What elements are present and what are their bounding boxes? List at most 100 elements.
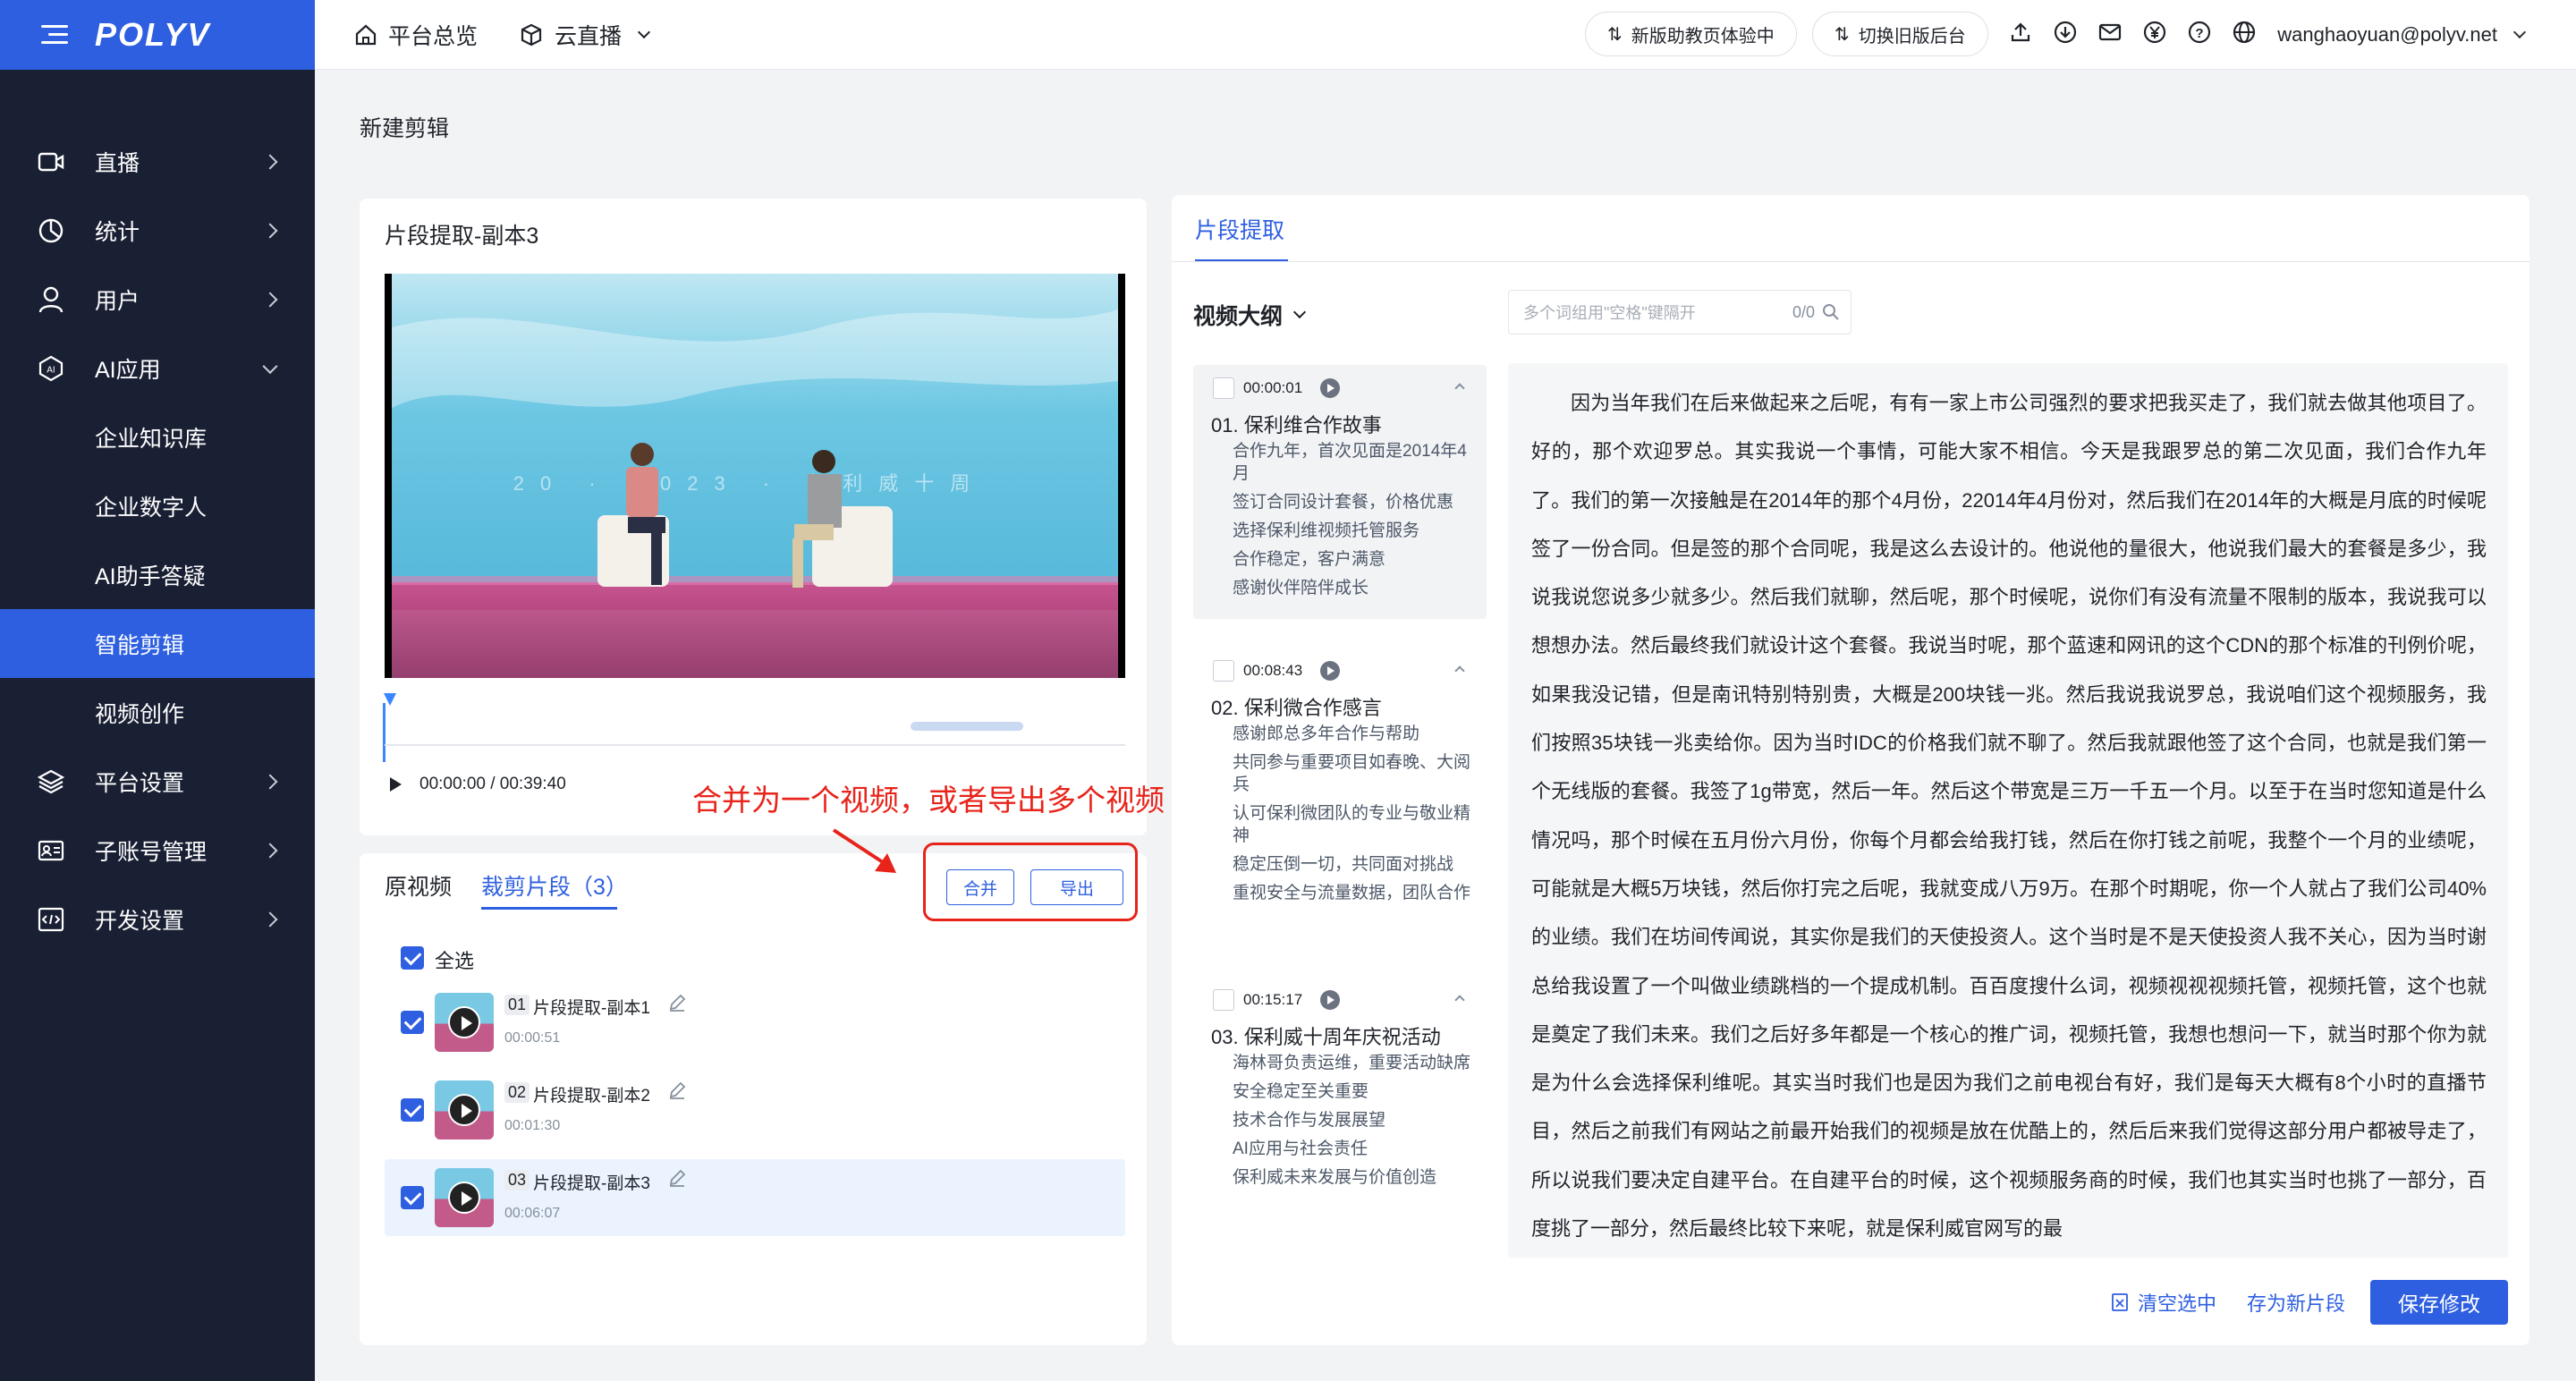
chevron-up-icon[interactable] — [1454, 995, 1465, 1005]
chapter-checkbox[interactable] — [1213, 377, 1234, 399]
sidebar-item-label: 智能剪辑 — [95, 632, 185, 658]
clip-checkbox[interactable] — [401, 1011, 424, 1034]
button-label: 切换旧版后台 — [1858, 26, 1966, 47]
sidebar-item-smart-clip[interactable]: 智能剪辑 — [0, 609, 315, 678]
search-match-count: 0/0 — [1792, 303, 1815, 321]
clip-row-selected[interactable]: 03 片段提取-副本3 00:06:07 — [385, 1159, 1125, 1236]
clip-thumbnail[interactable] — [435, 1080, 494, 1140]
page-title: 新建剪辑 — [360, 116, 450, 141]
switch-old-admin-button[interactable]: ⇅ 切换旧版后台 — [1812, 12, 1988, 56]
chevron-right-icon — [262, 911, 278, 927]
sidebar-item-digital-human[interactable]: 企业数字人 — [0, 471, 315, 540]
top-header: 平台总览 云直播 ⇅ 新版助教页体验中 ⇅ 切换旧版后台 ? wanghaoyu… — [315, 0, 2576, 70]
play-icon[interactable] — [390, 777, 402, 792]
outline-dropdown[interactable]: 视频大纲 — [1193, 299, 1307, 331]
tab-cut-clips[interactable]: 裁剪片段（3） — [481, 869, 628, 902]
help-icon[interactable]: ? — [2186, 19, 2213, 46]
clip-thumbnail[interactable] — [435, 1168, 494, 1227]
transcript-search-input[interactable]: 多个词组用"空格"键隔开 0/0 — [1508, 290, 1852, 335]
video-player[interactable]: 20 · 2023 · 保利威十周 — [385, 274, 1125, 678]
download-icon[interactable] — [2052, 19, 2079, 46]
tab-segment-extraction[interactable]: 片段提取 — [1195, 213, 1284, 245]
chapter-point: 认可保利微团队的专业与敬业精神 — [1233, 804, 1471, 845]
sidebar-item-knowledge-base[interactable]: 企业知识库 — [0, 402, 315, 471]
menu-toggle-icon[interactable] — [41, 25, 68, 45]
sidebar-item-dev-settings[interactable]: 开发设置 — [0, 885, 315, 953]
code-icon — [36, 904, 66, 935]
timeline-track[interactable] — [385, 744, 1125, 746]
play-icon[interactable] — [1320, 990, 1340, 1010]
edit-pencil-icon[interactable] — [667, 1080, 687, 1105]
chevron-right-icon — [262, 154, 278, 169]
video-title: 片段提取-副本3 — [385, 224, 539, 249]
sidebar-item-live[interactable]: 直播 — [0, 127, 315, 196]
chevron-up-icon[interactable] — [1454, 665, 1465, 676]
chevron-up-icon[interactable] — [1454, 383, 1465, 394]
sidebar-item-ai-apps[interactable]: AI AI应用 — [0, 334, 315, 402]
ai-icon: AI — [36, 353, 66, 384]
search-icon[interactable] — [1822, 303, 1840, 326]
chapter-points: 感谢郎总多年合作与帮助 共同参与重要项目如春晚、大阅兵 认可保利微团队的专业与敬… — [1233, 723, 1474, 911]
sidebar-item-video-creation[interactable]: 视频创作 — [0, 678, 315, 747]
logo[interactable]: POLYV — [95, 16, 210, 54]
sidebar-item-label: AI助手答疑 — [95, 563, 206, 589]
clip-row[interactable]: 01 片段提取-副本1 00:00:51 — [385, 984, 1125, 1061]
tab-active-indicator — [481, 907, 617, 910]
chapter-title: 03. 保利威十周年庆祝活动 — [1211, 1026, 1441, 1048]
divider — [1172, 261, 2529, 262]
outline-chapter[interactable]: 00:08:43 02. 保利微合作感言 感谢郎总多年合作与帮助 共同参与重要项… — [1193, 649, 1487, 953]
new-teaching-page-button[interactable]: ⇅ 新版助教页体验中 — [1585, 12, 1797, 56]
chapter-point: 共同参与重要项目如春晚、大阅兵 — [1233, 753, 1471, 794]
select-all-checkbox[interactable] — [401, 946, 424, 970]
chapter-time: 00:08:43 — [1243, 662, 1303, 679]
mail-icon[interactable] — [2097, 19, 2123, 46]
clip-name: 片段提取-副本3 — [533, 1174, 650, 1193]
edit-pencil-icon[interactable] — [667, 1168, 687, 1192]
timeline-scrollbar[interactable] — [911, 722, 1023, 731]
chapter-checkbox[interactable] — [1213, 660, 1234, 682]
export-button[interactable]: 导出 — [1030, 869, 1123, 905]
save-as-new-clip-button[interactable]: 存为新片段 — [2247, 1288, 2345, 1317]
chapter-point: 保利威未来发展与价值创造 — [1233, 1168, 1437, 1187]
chapter-checkbox[interactable] — [1213, 989, 1234, 1011]
chapter-point: 合作稳定，客户满意 — [1233, 550, 1386, 569]
tab-original-video[interactable]: 原视频 — [385, 869, 452, 902]
billing-icon[interactable] — [2141, 19, 2168, 46]
clear-selection-button[interactable]: 清空选中 — [2111, 1288, 2216, 1317]
chapter-title: 02. 保利微合作感言 — [1211, 697, 1382, 719]
transcript-text[interactable]: 因为当年我们在后来做起来之后呢，有有一家上市公司强烈的要求把我买走了，我们就去做… — [1531, 379, 2487, 1253]
clip-thumbnail[interactable] — [435, 993, 494, 1052]
nav-platform-overview[interactable]: 平台总览 — [354, 0, 478, 70]
sidebar-item-ai-assistant[interactable]: AI助手答疑 — [0, 540, 315, 609]
save-changes-button[interactable]: 保存修改 — [2370, 1280, 2508, 1325]
search-placeholder: 多个词组用"空格"键隔开 — [1523, 304, 1696, 322]
sidebar-item-platform-settings[interactable]: 平台设置 — [0, 747, 315, 816]
svg-text:AI: AI — [47, 365, 55, 375]
sidebar-item-users[interactable]: 用户 — [0, 265, 315, 334]
clip-number: 01 — [504, 995, 530, 1015]
nav-cloud-live[interactable]: 云直播 — [521, 0, 651, 70]
outline-chapter[interactable]: 00:15:17 03. 保利威十周年庆祝活动 海林哥负责运维，重要活动缺席 安… — [1193, 979, 1487, 1247]
chevron-right-icon — [262, 292, 278, 307]
clip-checkbox[interactable] — [401, 1098, 424, 1122]
nav-label: 云直播 — [555, 24, 623, 49]
transcript-panel[interactable]: 因为当年我们在后来做起来之后呢，有有一家上市公司强烈的要求把我买走了，我们就去做… — [1508, 363, 2508, 1258]
button-label: 清空选中 — [2138, 1292, 2217, 1315]
sidebar-item-sub-accounts[interactable]: 子账号管理 — [0, 816, 315, 885]
sidebar-item-label: 用户 — [95, 288, 140, 314]
sidebar-nav: 直播 统计 用户 AI AI应用 企业知识库 企业数字人 AI助手答疑 智能剪辑… — [0, 70, 315, 953]
language-globe-icon[interactable] — [2231, 19, 2258, 46]
edit-pencil-icon[interactable] — [667, 993, 687, 1017]
clip-row[interactable]: 02 片段提取-副本2 00:01:30 — [385, 1072, 1125, 1148]
clip-checkbox[interactable] — [401, 1186, 424, 1209]
sidebar-item-label: 视频创作 — [95, 701, 185, 727]
outline-chapter[interactable]: 00:00:01 01. 保利维合作故事 合作九年，首次见面是2014年4月 签… — [1193, 365, 1487, 619]
home-icon — [354, 23, 377, 47]
playhead-marker[interactable] — [384, 693, 396, 706]
play-icon[interactable] — [1320, 378, 1340, 398]
user-account-menu[interactable]: wanghaoyuan@polyv.net — [2277, 0, 2527, 70]
merge-button[interactable]: 合并 — [946, 869, 1014, 905]
play-icon[interactable] — [1320, 661, 1340, 681]
upload-icon[interactable] — [2007, 19, 2034, 46]
sidebar-item-stats[interactable]: 统计 — [0, 196, 315, 265]
